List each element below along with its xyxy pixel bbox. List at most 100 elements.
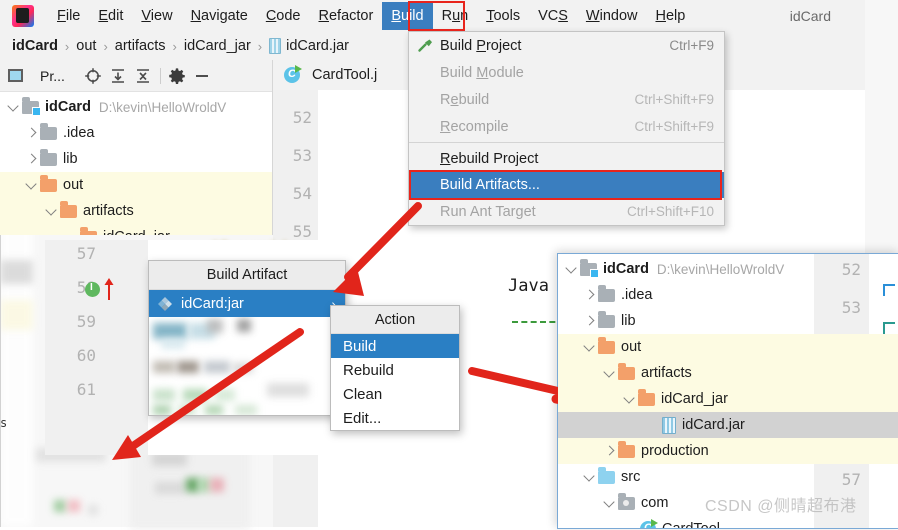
tree-label: src [621, 469, 641, 485]
tree-row-artifacts[interactable]: artifacts [0, 198, 272, 224]
project-tree: idCard D:\kevin\HelloWroldV .idea lib ou… [0, 92, 272, 235]
chevron-down-icon[interactable] [64, 229, 80, 235]
collapse-all-icon[interactable] [133, 66, 153, 86]
folder-blue-icon [598, 467, 615, 484]
gear-icon[interactable] [167, 66, 187, 86]
menu-window[interactable]: Window [577, 3, 647, 29]
breadcrumb-separator: › [172, 38, 177, 54]
module-folder-icon [22, 97, 41, 116]
menu-build[interactable]: Build [382, 2, 433, 30]
minimize-icon[interactable] [192, 66, 212, 86]
tree-row-artifacts[interactable]: artifacts [558, 360, 898, 386]
breadcrumb-item-2[interactable]: artifacts [115, 38, 166, 54]
tree-row-out[interactable]: out [558, 334, 898, 360]
action-item-rebuild[interactable]: Rebuild [331, 358, 459, 382]
build-artifact-item-label: idCard:jar [181, 295, 244, 312]
breadcrumb-item-1[interactable]: out [76, 38, 96, 54]
tree-row-idcard[interactable]: idCard D:\kevin\HelloWroldV [558, 256, 898, 282]
tree-row-idea[interactable]: .idea [0, 120, 272, 146]
tree-label: CardTool [662, 521, 721, 529]
menu-item-label: Run Ant Target [440, 203, 536, 220]
tree-row-src[interactable]: src [558, 464, 898, 490]
chevron-right-icon[interactable] [24, 125, 40, 141]
menu-item-label: Build Project [440, 37, 522, 54]
chevron-down-icon[interactable] [582, 469, 598, 485]
action-item-label: Build [343, 337, 377, 355]
chevron-down-icon[interactable] [602, 365, 618, 381]
chevron-down-icon[interactable] [44, 203, 60, 219]
tree-row-out[interactable]: out [0, 172, 272, 198]
breadcrumb-separator: › [103, 38, 108, 54]
menu-item-label: Build Artifacts... [440, 177, 540, 193]
tree-row-lib[interactable]: lib [558, 308, 898, 334]
tree-row-lib[interactable]: lib [0, 146, 272, 172]
action-popup-title: Action [331, 306, 459, 334]
chevron-right-icon[interactable] [602, 443, 618, 459]
tree-row-idea[interactable]: .idea [558, 282, 898, 308]
menu-vcs[interactable]: VCS [529, 3, 577, 29]
chevron-down-icon[interactable] [6, 99, 22, 115]
tree-label: com [641, 495, 669, 511]
breadcrumb-item-0[interactable]: idCard [12, 38, 58, 54]
tree-row-cardtool[interactable]: C CardTool [558, 516, 898, 529]
chevron-down-icon[interactable] [564, 261, 580, 277]
breadcrumb-item-3[interactable]: idCard_jar [184, 38, 251, 54]
module-folder-icon [580, 259, 599, 278]
implemented-interface-icon[interactable]: I [85, 282, 100, 297]
chevron-right-icon[interactable] [24, 151, 40, 167]
tree-row-idcard-jar-folder[interactable]: idCard_jar [558, 386, 898, 412]
editor-tab-label: CardTool.j [312, 67, 378, 83]
editor-tab-cardtool[interactable]: C CardTool.j [273, 60, 389, 93]
tool-window-icon[interactable] [8, 66, 28, 86]
tree-row-idcard-jar-file[interactable]: idCard.jar [558, 412, 898, 438]
menu-item-label: Recompile [440, 118, 509, 135]
menu-run[interactable]: Run [433, 3, 478, 29]
jar-file-icon [662, 416, 676, 434]
menu-navigate[interactable]: Navigate [182, 3, 257, 29]
menu-edit[interactable]: Edit [89, 3, 132, 29]
chevron-down-icon[interactable] [582, 339, 598, 355]
menu-item-build-artifacts[interactable]: Build Artifacts... [409, 172, 724, 198]
chevron-down-icon[interactable] [622, 391, 638, 407]
chevron-down-icon[interactable] [602, 495, 618, 511]
action-item-label: Rebuild [343, 361, 394, 379]
tree-row-com[interactable]: com [558, 490, 898, 516]
tree-row-idcard-jar[interactable]: idCard_jar [0, 224, 272, 235]
line-number: 59 [76, 312, 96, 331]
tree-row-idcard[interactable]: idCard D:\kevin\HelloWroldV [0, 94, 272, 120]
tree-label: idCard [603, 261, 649, 277]
chevron-down-icon[interactable] [24, 177, 40, 193]
tree-label: production [641, 443, 709, 459]
chevron-right-icon[interactable] [582, 287, 598, 303]
right-project-tree: idCard D:\kevin\HelloWroldV .idea lib ou… [558, 254, 898, 529]
build-artifact-item-idcard-jar[interactable]: idCard:jar › [149, 290, 345, 317]
line-number: 61 [76, 380, 96, 399]
gutter-up-arrow-icon [104, 278, 114, 300]
expand-all-icon[interactable] [108, 66, 128, 86]
menu-help[interactable]: Help [646, 3, 694, 29]
action-item-clean[interactable]: Clean [331, 382, 459, 406]
code-edge-text: s [0, 416, 8, 430]
tree-row-production[interactable]: production [558, 438, 898, 464]
folder-orange-icon [60, 201, 77, 218]
menu-file[interactable]: File [48, 3, 89, 29]
menu-item-label: Build Module [440, 64, 524, 81]
menu-item-rebuild-project[interactable]: Rebuild Project [409, 145, 724, 172]
breadcrumb-item-4[interactable]: idCard.jar [286, 38, 349, 54]
project-name-label: idCard [789, 8, 831, 24]
menu-code[interactable]: Code [257, 3, 310, 29]
build-artifact-popup-title: Build Artifact [149, 261, 345, 290]
locate-target-icon[interactable] [83, 66, 103, 86]
menu-view[interactable]: View [132, 3, 181, 29]
menu-tools[interactable]: Tools [477, 3, 529, 29]
chevron-right-icon[interactable] [582, 313, 598, 329]
action-item-build[interactable]: Build [331, 334, 459, 358]
tree-label: out [621, 339, 642, 355]
menu-item-run-ant-target: Run Ant Target Ctrl+Shift+F10 [409, 198, 724, 225]
menu-item-build-project[interactable]: Build Project Ctrl+F9 [409, 32, 724, 59]
action-item-edit[interactable]: Edit... [331, 406, 459, 430]
folder-orange-icon [618, 441, 635, 458]
menu-refactor[interactable]: Refactor [310, 3, 383, 29]
build-artifact-popup-body [149, 317, 345, 415]
java-class-icon: C [284, 65, 302, 83]
